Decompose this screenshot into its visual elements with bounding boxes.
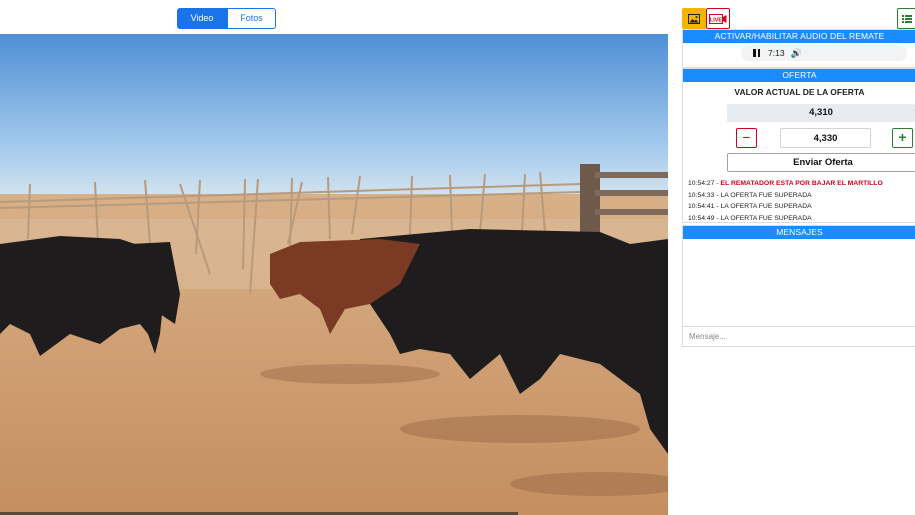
- current-value-label: VALOR ACTUAL DE LA OFERTA: [734, 87, 865, 97]
- log-text: LA OFERTA FUE SUPERADA: [720, 214, 812, 222]
- cattle-video-frame: [0, 34, 668, 515]
- offer-log: 10:54:27 - EL REMATADOR ESTA POR BAJAR E…: [688, 178, 883, 224]
- image-button[interactable]: [682, 8, 706, 29]
- log-time: 10:54:27 -: [688, 180, 721, 187]
- decrease-bid-button[interactable]: −: [736, 128, 757, 148]
- audio-time: 7:13: [768, 48, 785, 58]
- log-entry: 10:54:27 - EL REMATADOR ESTA POR BAJAR E…: [688, 178, 883, 190]
- log-entry: 10:54:33 - LA OFERTA FUE SUPERADA: [688, 190, 883, 202]
- audio-card: ACTIVAR/HABILITAR AUDIO DEL REMATE 7:13 …: [682, 29, 915, 68]
- tab-video[interactable]: Video: [177, 8, 227, 29]
- log-entry: 10:54:49 - LA OFERTA FUE SUPERADA: [688, 213, 883, 225]
- live-label: LIVE: [710, 17, 723, 23]
- bid-input[interactable]: [780, 128, 871, 148]
- messages-card: MENSAJES: [682, 225, 915, 347]
- volume-icon[interactable]: 🔊: [791, 48, 802, 59]
- log-time: 10:54:49 -: [688, 214, 721, 222]
- messages-header: MENSAJES: [683, 226, 915, 239]
- log-entry: 10:54:41 - LA OFERTA FUE SUPERADA: [688, 201, 883, 213]
- auction-page: Video Fotos LIVE ACTIVAR/HABILITAR AUDIO…: [0, 0, 915, 515]
- audio-header[interactable]: ACTIVAR/HABILITAR AUDIO DEL REMATE: [683, 30, 915, 43]
- audio-player[interactable]: 7:13 🔊: [741, 45, 907, 61]
- current-value: 4,310: [727, 104, 915, 122]
- video-player[interactable]: [0, 34, 668, 515]
- log-time: 10:54:33 -: [688, 191, 721, 199]
- increase-bid-button[interactable]: +: [892, 128, 913, 148]
- offer-header: OFERTA: [683, 69, 915, 82]
- media-toggle-bar: Video Fotos: [0, 0, 668, 34]
- list-button[interactable]: [897, 8, 915, 29]
- list-icon: [902, 14, 912, 23]
- image-icon: [688, 13, 700, 24]
- tab-photos[interactable]: Fotos: [227, 8, 276, 29]
- auction-sidebar: LIVE ACTIVAR/HABILITAR AUDIO DEL REMATE …: [668, 0, 915, 515]
- message-input[interactable]: [683, 326, 915, 346]
- live-icon: LIVE: [709, 13, 727, 24]
- log-text: LA OFERTA FUE SUPERADA: [720, 191, 812, 199]
- media-tabs: Video Fotos: [177, 8, 276, 29]
- offer-card: OFERTA VALOR ACTUAL DE LA OFERTA 4,310 −…: [682, 68, 915, 223]
- log-text: EL REMATADOR ESTA POR BAJAR EL MARTILLO: [720, 180, 883, 187]
- log-time: 10:54:41 -: [688, 203, 721, 210]
- send-offer-button[interactable]: Enviar Oferta: [727, 153, 915, 172]
- live-button[interactable]: LIVE: [706, 8, 730, 29]
- pause-icon[interactable]: [753, 49, 761, 57]
- log-text: LA OFERTA FUE SUPERADA: [720, 203, 812, 210]
